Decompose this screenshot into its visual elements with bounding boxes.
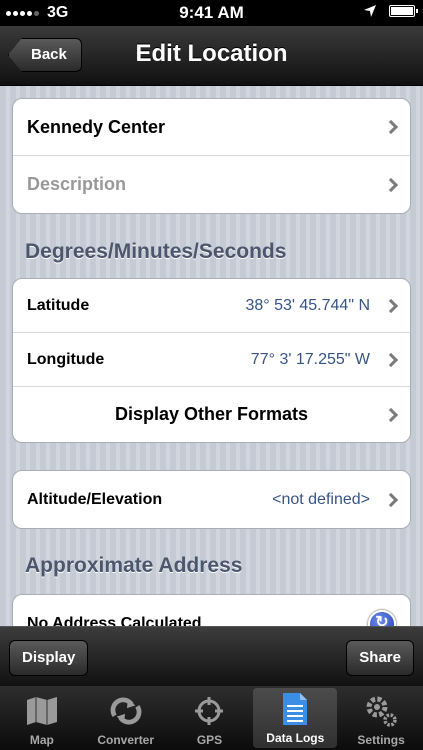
latitude-label: Latitude — [27, 296, 90, 314]
tab-map[interactable]: Map — [0, 686, 84, 750]
nav-bar: Back Edit Location — [0, 26, 423, 86]
settings-icon — [364, 694, 398, 728]
tab-bar: Map Converter GPS Data Logs Settings — [0, 686, 423, 750]
map-icon — [25, 694, 59, 728]
altitude-group: Altitude/Elevation <not defined> — [12, 470, 411, 529]
converter-icon — [109, 694, 143, 728]
tab-label: Data Logs — [266, 731, 325, 745]
longitude-label: Longitude — [27, 350, 105, 368]
display-other-formats-label: Display Other Formats — [114, 404, 309, 424]
address-group: No Address Calculated ↻ — [12, 594, 411, 626]
description-placeholder: Description — [27, 174, 127, 194]
address-value: No Address Calculated — [27, 614, 202, 627]
data-logs-icon — [278, 692, 312, 726]
chevron-right-icon — [383, 119, 399, 135]
description-row[interactable]: Description — [13, 156, 410, 213]
display-other-formats-row[interactable]: Display Other Formats — [13, 387, 410, 442]
chevron-right-icon — [383, 177, 399, 192]
chevron-right-icon — [383, 492, 399, 507]
tab-gps[interactable]: GPS — [168, 686, 252, 750]
address-section-header: Approximate Address — [25, 554, 243, 577]
coordinates-group: Latitude 38° 53' 45.744" N Longitude 77°… — [12, 278, 411, 443]
altitude-row[interactable]: Altitude/Elevation <not defined> — [13, 471, 410, 528]
chevron-right-icon — [383, 298, 399, 313]
tab-converter[interactable]: Converter — [84, 686, 168, 750]
bottom-toolbar: Display Share — [0, 626, 423, 686]
tab-label: GPS — [196, 733, 223, 747]
latitude-value: 38° 53' 45.744" N — [245, 296, 370, 314]
location-name: Kennedy Center — [27, 116, 166, 137]
share-button[interactable]: Share — [346, 640, 414, 676]
chevron-right-icon — [383, 407, 399, 422]
longitude-value: 77° 3' 17.255" W — [250, 350, 370, 368]
address-row[interactable]: No Address Calculated ↻ — [13, 595, 410, 626]
status-bar: 3G 9:41 AM — [0, 0, 423, 26]
tab-label: Map — [29, 733, 54, 747]
dms-section-header: Degrees/Minutes/Seconds — [25, 240, 287, 263]
display-button[interactable]: Display — [9, 640, 89, 676]
tab-label: Settings — [357, 733, 405, 747]
location-name-row[interactable]: Kennedy Center — [13, 99, 410, 156]
content-area[interactable]: Kennedy Center Description Degrees/Minut… — [0, 86, 423, 626]
altitude-label: Altitude/Elevation — [27, 490, 163, 508]
tab-data-logs[interactable]: Data Logs — [253, 688, 338, 748]
location-group: Kennedy Center Description — [12, 98, 411, 214]
status-right — [363, 4, 418, 18]
calculate-address-button[interactable]: ↻ — [368, 609, 396, 626]
altitude-value: <not defined> — [272, 490, 370, 508]
location-arrow-icon — [364, 5, 376, 17]
tab-settings[interactable]: Settings — [339, 686, 423, 750]
longitude-row[interactable]: Longitude 77° 3' 17.255" W — [13, 333, 410, 387]
status-time: 9:41 AM — [179, 3, 244, 22]
battery-icon — [389, 5, 418, 17]
page-title: Edit Location — [135, 40, 288, 67]
chevron-right-icon — [383, 352, 399, 367]
tab-label: Converter — [97, 733, 155, 747]
gps-icon — [192, 694, 226, 728]
latitude-row[interactable]: Latitude 38° 53' 45.744" N — [13, 279, 410, 333]
